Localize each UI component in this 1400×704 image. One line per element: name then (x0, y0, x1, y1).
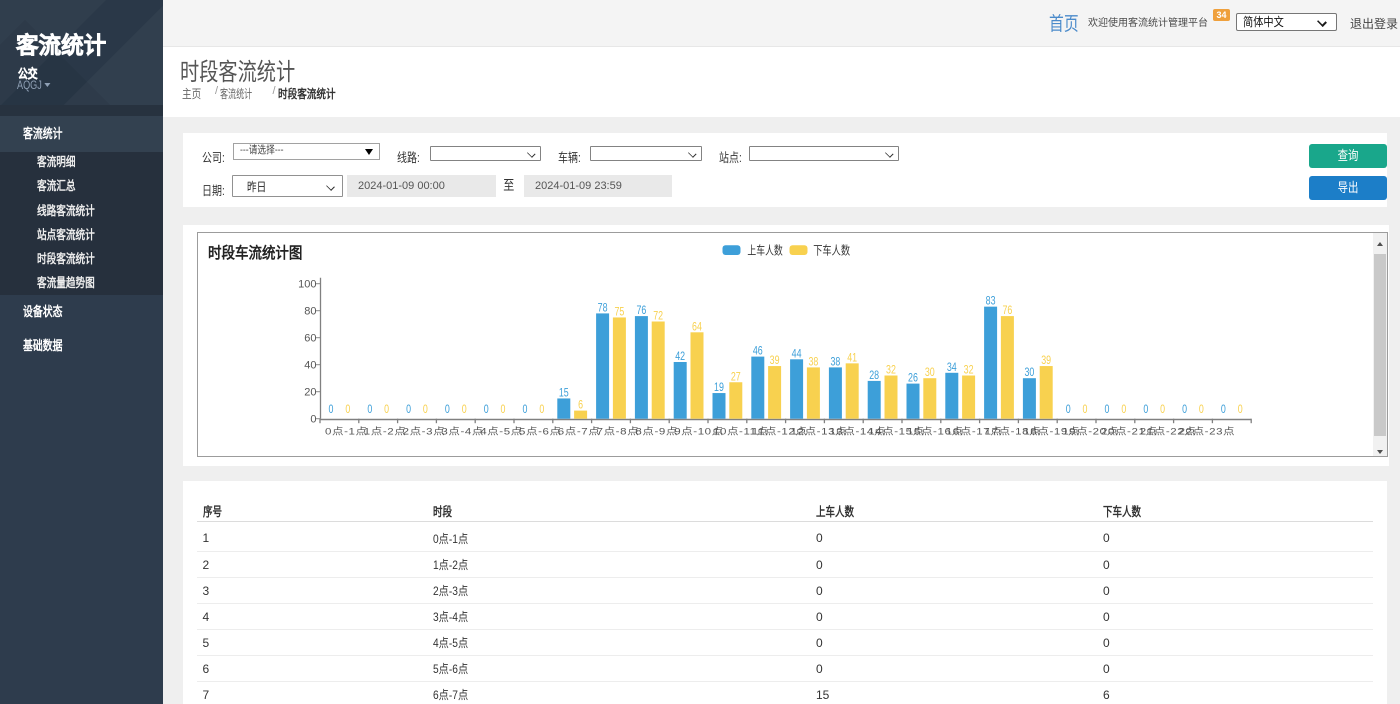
svg-text:38: 38 (830, 354, 840, 368)
svg-text:78: 78 (598, 300, 608, 314)
svg-text:0点-1点: 0点-1点 (325, 427, 368, 438)
svg-text:76: 76 (1002, 303, 1012, 317)
svg-text:19: 19 (714, 380, 724, 394)
svg-text:39: 39 (1041, 353, 1051, 367)
svg-text:34: 34 (947, 360, 957, 374)
svg-text:72: 72 (653, 309, 663, 323)
svg-text:0: 0 (445, 402, 450, 416)
svg-text:0: 0 (345, 402, 350, 416)
svg-text:2点-3点: 2点-3点 (403, 427, 446, 438)
svg-text:4点-5点: 4点-5点 (480, 427, 523, 438)
svg-text:下车人数: 下车人数 (813, 243, 850, 258)
svg-text:0: 0 (1121, 402, 1126, 416)
svg-text:0: 0 (1238, 402, 1243, 416)
svg-text:28: 28 (869, 368, 879, 382)
svg-text:7点-8点: 7点-8点 (597, 427, 640, 438)
svg-text:15: 15 (559, 385, 569, 399)
svg-text:0: 0 (384, 402, 389, 416)
svg-text:0: 0 (501, 402, 506, 416)
svg-text:1点-2点: 1点-2点 (364, 427, 407, 438)
svg-text:0: 0 (539, 402, 544, 416)
svg-text:6: 6 (578, 398, 583, 412)
svg-text:64: 64 (692, 319, 702, 333)
svg-text:0: 0 (462, 402, 467, 416)
svg-text:75: 75 (614, 304, 624, 318)
svg-text:27: 27 (731, 369, 741, 383)
svg-text:0: 0 (1066, 402, 1071, 416)
svg-text:0: 0 (367, 402, 372, 416)
svg-text:40: 40 (304, 360, 316, 372)
svg-text:30: 30 (1024, 365, 1034, 379)
svg-text:20: 20 (304, 387, 316, 399)
svg-text:8点-9点: 8点-9点 (635, 427, 678, 438)
svg-text:5点-6点: 5点-6点 (519, 427, 562, 438)
svg-text:76: 76 (636, 303, 646, 317)
svg-text:0: 0 (1182, 402, 1187, 416)
svg-text:0: 0 (1221, 402, 1226, 416)
svg-text:26: 26 (908, 371, 918, 385)
svg-text:32: 32 (886, 363, 896, 377)
svg-text:38: 38 (808, 354, 818, 368)
svg-text:32: 32 (964, 363, 974, 377)
svg-text:0: 0 (1083, 402, 1088, 416)
svg-text:0: 0 (1143, 402, 1148, 416)
svg-text:22点-23点: 22点-23点 (1179, 427, 1236, 438)
svg-text:30: 30 (925, 365, 935, 379)
svg-text:0: 0 (1160, 402, 1165, 416)
svg-text:0: 0 (329, 402, 334, 416)
svg-text:6点-7点: 6点-7点 (558, 427, 601, 438)
svg-text:0: 0 (1105, 402, 1110, 416)
svg-text:0: 0 (1199, 402, 1204, 416)
svg-text:0: 0 (523, 402, 528, 416)
svg-text:80: 80 (304, 306, 316, 318)
svg-text:60: 60 (304, 333, 316, 345)
svg-text:42: 42 (675, 349, 685, 363)
svg-text:83: 83 (986, 294, 996, 308)
svg-text:46: 46 (753, 344, 763, 358)
svg-text:41: 41 (847, 350, 857, 364)
svg-text:0: 0 (310, 414, 316, 426)
svg-text:100: 100 (298, 279, 316, 291)
svg-text:39: 39 (770, 353, 780, 367)
svg-text:3点-4点: 3点-4点 (441, 427, 484, 438)
svg-text:44: 44 (792, 346, 802, 360)
svg-text:0: 0 (484, 402, 489, 416)
svg-text:0: 0 (406, 402, 411, 416)
svg-text:0: 0 (423, 402, 428, 416)
svg-text:上车人数: 上车人数 (747, 243, 782, 258)
